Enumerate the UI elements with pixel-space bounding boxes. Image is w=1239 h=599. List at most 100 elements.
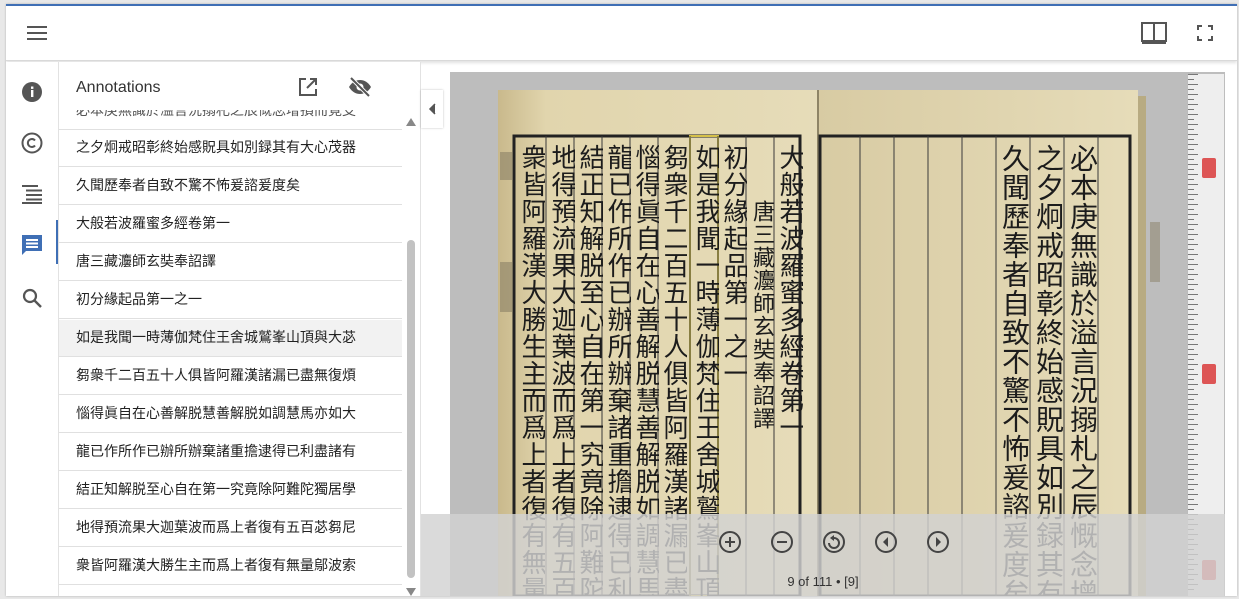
ruler-tick xyxy=(1188,74,1198,75)
ruler-tick xyxy=(1188,154,1198,155)
search-icon[interactable] xyxy=(6,278,58,318)
ruler-tick xyxy=(1188,299,1194,300)
ruler-tick xyxy=(1188,229,1194,230)
ruler-tick xyxy=(1188,114,1198,115)
ruler-tick xyxy=(1188,344,1198,345)
ruler-tick xyxy=(1188,179,1194,180)
ruler-tick xyxy=(1188,509,1194,510)
ruler-tick xyxy=(1188,449,1194,450)
info-icon[interactable] xyxy=(6,72,58,112)
book-view-icon[interactable] xyxy=(1139,19,1169,47)
copyright-icon[interactable] xyxy=(6,123,58,163)
annotations-panel-header: Annotations xyxy=(59,62,420,110)
reset-zoom-icon[interactable] xyxy=(819,527,849,557)
list-item[interactable]: 久聞歷奉者自致不驚不怖爰諮爰度矣 xyxy=(59,168,402,205)
annotations-scrollbar[interactable] xyxy=(405,118,417,596)
ruler-tick xyxy=(1188,504,1198,505)
list-item-selected[interactable]: 如是我聞一時薄伽梵住王舍城鷲峯山頂與大苾 xyxy=(59,320,402,357)
ruler-tick xyxy=(1188,329,1194,330)
ruler-tick xyxy=(1188,304,1198,305)
ruler-tick xyxy=(1188,234,1198,235)
list-item[interactable]: 之夕炯戒昭彰終始感貺具如別録其有大心茂器 xyxy=(59,130,402,167)
list-item[interactable]: 衆皆阿羅漢大勝生主而爲上者復有無量鄔波索 xyxy=(59,548,402,585)
ruler-tick xyxy=(1188,379,1194,380)
chevron-left-icon[interactable] xyxy=(421,90,443,128)
ruler-marker xyxy=(1202,158,1216,178)
list-item[interactable]: 芻衆千二百五十人俱皆阿羅漢諸漏已盡無復煩 xyxy=(59,358,402,395)
ruler-tick xyxy=(1188,249,1194,250)
ruler-tick xyxy=(1188,119,1194,120)
ruler-tick xyxy=(1188,199,1194,200)
ruler-tick xyxy=(1188,349,1194,350)
ruler-tick xyxy=(1188,184,1198,185)
list-item[interactable]: 結正知解脱至心自在第一究竟除阿難陀獨居學 xyxy=(59,472,402,509)
ruler-tick xyxy=(1188,389,1194,390)
ruler-tick xyxy=(1188,244,1198,245)
ruler-tick xyxy=(1188,89,1194,90)
ruler-tick xyxy=(1188,259,1194,260)
table-of-contents-icon[interactable] xyxy=(6,174,58,214)
ruler-tick xyxy=(1188,494,1198,495)
ruler-tick xyxy=(1188,124,1198,125)
list-item[interactable]: 龍已作所作已辦所辦棄諸重擔逮得已利盡諸有 xyxy=(59,434,402,471)
annotations-icon[interactable] xyxy=(6,225,58,265)
ruler-tick xyxy=(1188,434,1198,435)
visibility-off-icon[interactable] xyxy=(345,74,375,100)
ruler-tick xyxy=(1188,489,1194,490)
ruler-tick xyxy=(1188,219,1194,220)
ruler-tick xyxy=(1188,79,1194,80)
ruler-tick xyxy=(1188,394,1198,395)
list-item[interactable]: 惱得眞自在心善解脱慧善解脱如調慧馬亦如大 xyxy=(59,396,402,433)
list-item[interactable]: 地得預流果大迦葉波而爲上者復有五百苾芻尼 xyxy=(59,510,402,547)
ruler-tick xyxy=(1188,414,1198,415)
ruler-tick xyxy=(1188,279,1194,280)
ruler-tick xyxy=(1188,134,1198,135)
scroll-down-arrow-icon[interactable] xyxy=(406,588,416,596)
ruler-tick xyxy=(1188,224,1198,225)
list-item[interactable]: 初分緣起品第一之一 xyxy=(59,282,402,319)
ruler-tick xyxy=(1188,84,1198,85)
ruler-tick xyxy=(1188,129,1194,130)
ruler-tick xyxy=(1188,339,1194,340)
list-item[interactable]: 大般若波羅蜜多經卷第一 xyxy=(59,206,402,243)
companion-rail xyxy=(6,62,59,596)
scrollbar-thumb[interactable] xyxy=(407,240,415,578)
ruler-tick xyxy=(1188,319,1194,320)
next-page-icon[interactable] xyxy=(923,527,953,557)
ruler-tick xyxy=(1188,289,1194,290)
ruler-tick xyxy=(1188,269,1194,270)
ruler-tick xyxy=(1188,164,1198,165)
ruler-tick xyxy=(1188,94,1198,95)
top-toolbar xyxy=(6,6,1237,61)
ruler-tick xyxy=(1188,104,1198,105)
previous-page-icon[interactable] xyxy=(871,527,901,557)
ruler-marker xyxy=(1202,364,1216,384)
open-in-new-window-icon[interactable] xyxy=(295,74,321,100)
ruler-tick xyxy=(1188,204,1198,205)
ruler-tick xyxy=(1188,469,1194,470)
ruler-tick xyxy=(1188,419,1194,420)
ruler-tick xyxy=(1188,334,1198,335)
ruler-tick xyxy=(1188,274,1198,275)
zoom-out-icon[interactable] xyxy=(767,527,797,557)
ruler-tick xyxy=(1188,479,1194,480)
zoom-in-icon[interactable] xyxy=(715,527,745,557)
page-indicator: 9 of 111 • [9] xyxy=(787,574,859,589)
ruler-tick xyxy=(1188,209,1194,210)
active-tab-indicator xyxy=(56,220,58,264)
ruler-tick xyxy=(1188,139,1194,140)
fullscreen-icon[interactable] xyxy=(1190,19,1220,47)
ruler-tick xyxy=(1188,429,1194,430)
annotations-list: 必本庚無識於溢言況搦札之辰慨念增損而覓支 之夕炯戒昭彰終始感貺具如別録其有大心茂… xyxy=(59,110,402,596)
list-item[interactable]: 唐三藏灋師玄奘奉詔譯 xyxy=(59,244,402,281)
ruler-tick xyxy=(1188,189,1194,190)
ruler-tick xyxy=(1188,174,1198,175)
list-item[interactable]: 必本庚無識於溢言況搦札之辰慨念增損而覓支 xyxy=(59,110,402,130)
ruler-tick xyxy=(1188,369,1194,370)
hamburger-menu-icon[interactable] xyxy=(22,19,52,47)
ruler-tick xyxy=(1188,404,1198,405)
ruler-tick xyxy=(1188,499,1194,500)
scroll-up-arrow-icon[interactable] xyxy=(406,118,416,126)
ruler-tick xyxy=(1188,194,1198,195)
ruler-tick xyxy=(1188,264,1198,265)
